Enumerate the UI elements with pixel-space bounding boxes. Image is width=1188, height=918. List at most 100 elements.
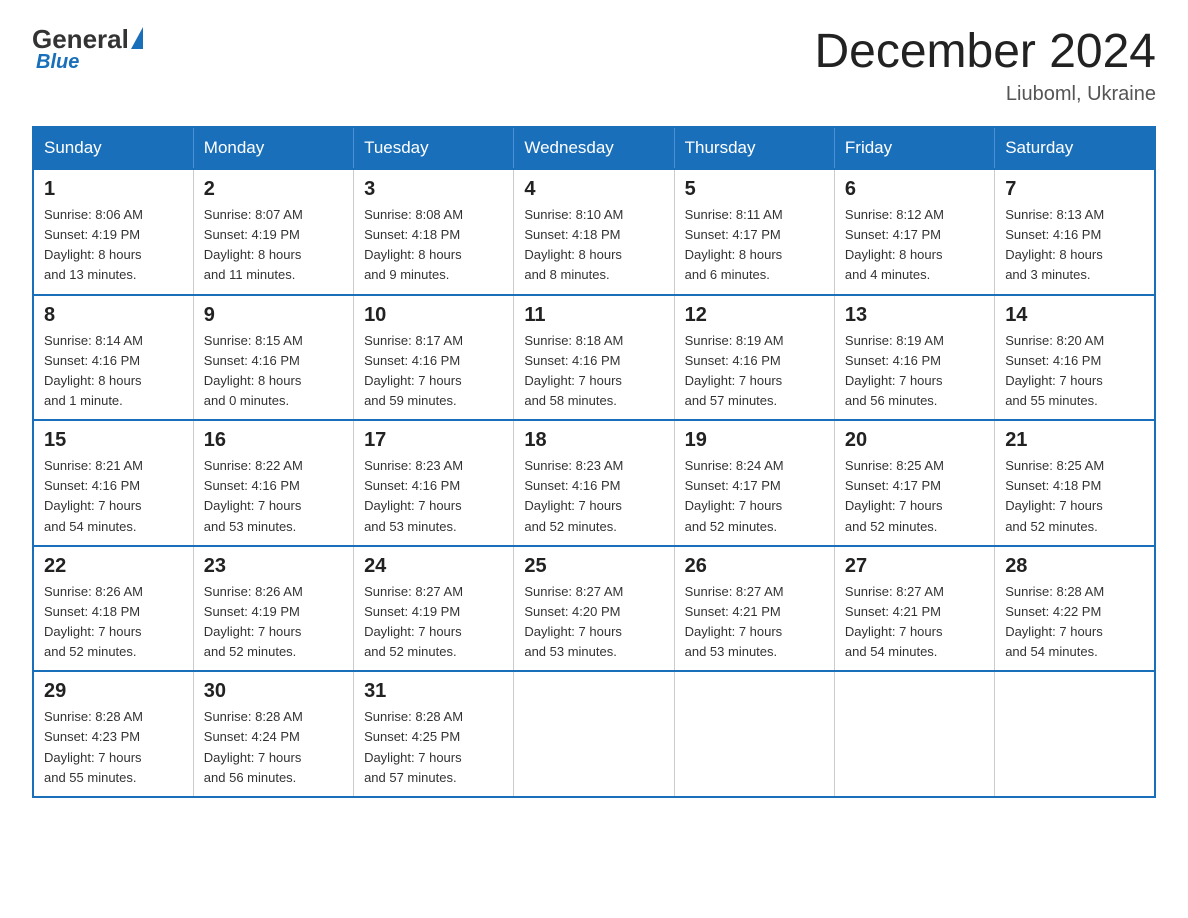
day-info: Sunrise: 8:17 AM Sunset: 4:16 PM Dayligh… (364, 331, 503, 412)
day-info: Sunrise: 8:27 AM Sunset: 4:19 PM Dayligh… (364, 582, 503, 663)
day-info: Sunrise: 8:27 AM Sunset: 4:20 PM Dayligh… (524, 582, 663, 663)
calendar-cell: 12 Sunrise: 8:19 AM Sunset: 4:16 PM Dayli… (674, 295, 834, 421)
calendar-cell: 28 Sunrise: 8:28 AM Sunset: 4:22 PM Dayli… (995, 546, 1155, 672)
day-number: 5 (685, 178, 824, 201)
day-number: 12 (685, 304, 824, 327)
calendar-cell: 11Sunrise: 8:18 AM Sunset: 4:16 PM Dayli… (514, 295, 674, 421)
day-number: 20 (845, 429, 984, 452)
day-info: Sunrise: 8:27 AM Sunset: 4:21 PM Dayligh… (845, 582, 984, 663)
day-info: Sunrise: 8:26 AM Sunset: 4:19 PM Dayligh… (204, 582, 343, 663)
calendar-cell: 15 Sunrise: 8:21 AM Sunset: 4:16 PM Dayli… (33, 420, 193, 546)
logo: General Blue (32, 24, 143, 74)
logo-blue-text: Blue (36, 51, 79, 74)
day-number: 25 (524, 555, 663, 578)
day-number: 29 (44, 680, 183, 703)
calendar-cell: 20 Sunrise: 8:25 AM Sunset: 4:17 PM Dayli… (834, 420, 994, 546)
calendar-cell: 24 Sunrise: 8:27 AM Sunset: 4:19 PM Dayli… (354, 546, 514, 672)
calendar-cell: 10 Sunrise: 8:17 AM Sunset: 4:16 PM Dayli… (354, 295, 514, 421)
calendar-cell: 3Sunrise: 8:08 AM Sunset: 4:18 PM Daylig… (354, 169, 514, 295)
day-number: 23 (204, 555, 343, 578)
calendar-cell: 17 Sunrise: 8:23 AM Sunset: 4:16 PM Dayli… (354, 420, 514, 546)
day-info: Sunrise: 8:28 AM Sunset: 4:22 PM Dayligh… (1005, 582, 1144, 663)
day-info: Sunrise: 8:15 AM Sunset: 4:16 PM Dayligh… (204, 331, 343, 412)
week-row-5: 29 Sunrise: 8:28 AM Sunset: 4:23 PM Dayli… (33, 671, 1155, 797)
week-row-2: 8Sunrise: 8:14 AM Sunset: 4:16 PM Daylig… (33, 295, 1155, 421)
calendar-cell: 7Sunrise: 8:13 AM Sunset: 4:16 PM Daylig… (995, 169, 1155, 295)
day-info: Sunrise: 8:25 AM Sunset: 4:17 PM Dayligh… (845, 456, 984, 537)
calendar-cell: 5 Sunrise: 8:11 AM Sunset: 4:17 PM Daylig… (674, 169, 834, 295)
day-info: Sunrise: 8:11 AM Sunset: 4:17 PM Dayligh… (685, 205, 824, 286)
day-number: 4 (524, 178, 663, 201)
day-info: Sunrise: 8:27 AM Sunset: 4:21 PM Dayligh… (685, 582, 824, 663)
calendar-cell: 21Sunrise: 8:25 AM Sunset: 4:18 PM Dayli… (995, 420, 1155, 546)
calendar-cell: 30Sunrise: 8:28 AM Sunset: 4:24 PM Dayli… (193, 671, 353, 797)
calendar-cell (995, 671, 1155, 797)
day-number: 2 (204, 178, 343, 201)
page-header: General Blue December 2024 Liuboml, Ukra… (32, 24, 1156, 106)
calendar-cell: 6 Sunrise: 8:12 AM Sunset: 4:17 PM Daylig… (834, 169, 994, 295)
day-number: 10 (364, 304, 503, 327)
calendar-title: December 2024 (814, 24, 1156, 79)
day-info: Sunrise: 8:13 AM Sunset: 4:16 PM Dayligh… (1005, 205, 1144, 286)
calendar-cell: 25 Sunrise: 8:27 AM Sunset: 4:20 PM Dayli… (514, 546, 674, 672)
day-info: Sunrise: 8:28 AM Sunset: 4:23 PM Dayligh… (44, 707, 183, 788)
day-info: Sunrise: 8:20 AM Sunset: 4:16 PM Dayligh… (1005, 331, 1144, 412)
calendar-cell (514, 671, 674, 797)
day-number: 28 (1005, 555, 1144, 578)
day-info: Sunrise: 8:21 AM Sunset: 4:16 PM Dayligh… (44, 456, 183, 537)
calendar-cell: 14 Sunrise: 8:20 AM Sunset: 4:16 PM Dayli… (995, 295, 1155, 421)
day-number: 18 (524, 429, 663, 452)
day-number: 30 (204, 680, 343, 703)
day-number: 17 (364, 429, 503, 452)
calendar-header-row: SundayMondayTuesdayWednesdayThursdayFrid… (33, 127, 1155, 169)
calendar-cell: 22Sunrise: 8:26 AM Sunset: 4:18 PM Dayli… (33, 546, 193, 672)
logo-triangle-icon (131, 27, 143, 49)
calendar-cell: 4 Sunrise: 8:10 AM Sunset: 4:18 PM Daylig… (514, 169, 674, 295)
day-number: 31 (364, 680, 503, 703)
day-info: Sunrise: 8:19 AM Sunset: 4:16 PM Dayligh… (845, 331, 984, 412)
day-number: 26 (685, 555, 824, 578)
day-number: 11 (524, 304, 663, 327)
calendar-cell: 2Sunrise: 8:07 AM Sunset: 4:19 PM Daylig… (193, 169, 353, 295)
week-row-1: 1 Sunrise: 8:06 AM Sunset: 4:19 PM Daylig… (33, 169, 1155, 295)
day-info: Sunrise: 8:22 AM Sunset: 4:16 PM Dayligh… (204, 456, 343, 537)
day-info: Sunrise: 8:10 AM Sunset: 4:18 PM Dayligh… (524, 205, 663, 286)
day-info: Sunrise: 8:19 AM Sunset: 4:16 PM Dayligh… (685, 331, 824, 412)
calendar-cell: 13 Sunrise: 8:19 AM Sunset: 4:16 PM Dayli… (834, 295, 994, 421)
week-row-3: 15 Sunrise: 8:21 AM Sunset: 4:16 PM Dayli… (33, 420, 1155, 546)
day-number: 15 (44, 429, 183, 452)
day-number: 13 (845, 304, 984, 327)
day-number: 6 (845, 178, 984, 201)
calendar-table: SundayMondayTuesdayWednesdayThursdayFrid… (32, 126, 1156, 798)
calendar-cell: 26 Sunrise: 8:27 AM Sunset: 4:21 PM Dayli… (674, 546, 834, 672)
day-number: 14 (1005, 304, 1144, 327)
header-sunday: Sunday (33, 127, 193, 169)
day-number: 27 (845, 555, 984, 578)
day-info: Sunrise: 8:23 AM Sunset: 4:16 PM Dayligh… (364, 456, 503, 537)
day-number: 22 (44, 555, 183, 578)
header-monday: Monday (193, 127, 353, 169)
header-friday: Friday (834, 127, 994, 169)
calendar-cell: 9 Sunrise: 8:15 AM Sunset: 4:16 PM Daylig… (193, 295, 353, 421)
calendar-subtitle: Liuboml, Ukraine (814, 83, 1156, 106)
day-number: 3 (364, 178, 503, 201)
day-info: Sunrise: 8:12 AM Sunset: 4:17 PM Dayligh… (845, 205, 984, 286)
day-number: 9 (204, 304, 343, 327)
calendar-cell: 8Sunrise: 8:14 AM Sunset: 4:16 PM Daylig… (33, 295, 193, 421)
day-number: 1 (44, 178, 183, 201)
calendar-cell: 1 Sunrise: 8:06 AM Sunset: 4:19 PM Daylig… (33, 169, 193, 295)
day-number: 16 (204, 429, 343, 452)
day-number: 19 (685, 429, 824, 452)
day-number: 24 (364, 555, 503, 578)
calendar-cell (674, 671, 834, 797)
header-wednesday: Wednesday (514, 127, 674, 169)
calendar-cell: 19 Sunrise: 8:24 AM Sunset: 4:17 PM Dayli… (674, 420, 834, 546)
day-number: 21 (1005, 429, 1144, 452)
calendar-cell: 31 Sunrise: 8:28 AM Sunset: 4:25 PM Dayli… (354, 671, 514, 797)
day-info: Sunrise: 8:06 AM Sunset: 4:19 PM Dayligh… (44, 205, 183, 286)
day-info: Sunrise: 8:28 AM Sunset: 4:25 PM Dayligh… (364, 707, 503, 788)
calendar-cell (834, 671, 994, 797)
calendar-cell: 23 Sunrise: 8:26 AM Sunset: 4:19 PM Dayli… (193, 546, 353, 672)
header-thursday: Thursday (674, 127, 834, 169)
day-info: Sunrise: 8:24 AM Sunset: 4:17 PM Dayligh… (685, 456, 824, 537)
